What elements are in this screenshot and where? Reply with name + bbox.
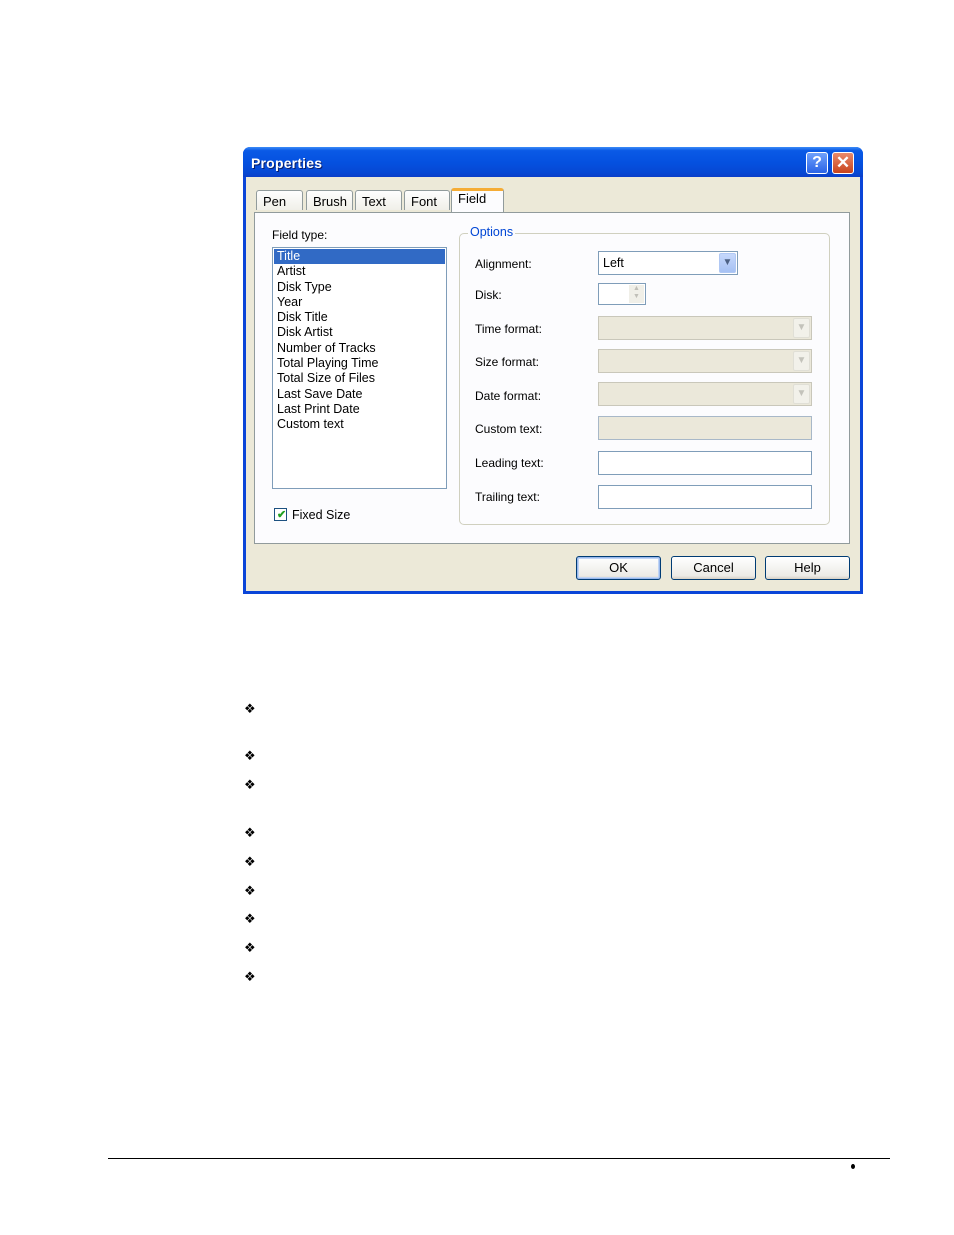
title-bar[interactable]: Properties ? ✕ <box>243 147 863 177</box>
disk-spinner[interactable]: ▲ ▼ <box>598 283 646 305</box>
tab-font[interactable]: Font <box>404 190 450 210</box>
bullet-icon: ❖ <box>244 911 256 926</box>
leading-text-label: Leading text: <box>475 456 544 470</box>
date-format-select[interactable]: ▼ <box>598 382 812 406</box>
fixed-size-label[interactable]: Fixed Size <box>292 508 350 522</box>
bullet-icon: ❖ <box>244 854 256 869</box>
alignment-label: Alignment: <box>475 257 532 271</box>
list-item[interactable]: Last Print Date <box>273 402 446 417</box>
list-item[interactable]: Year <box>273 295 446 310</box>
size-format-select[interactable]: ▼ <box>598 349 812 373</box>
time-format-select[interactable]: ▼ <box>598 316 812 340</box>
ok-button[interactable]: OK <box>576 556 661 580</box>
alignment-select[interactable]: Left ▼ <box>598 251 738 275</box>
close-icon: ✕ <box>835 153 851 172</box>
size-format-label: Size format: <box>475 355 540 369</box>
spin-down-icon[interactable]: ▼ <box>629 293 644 301</box>
footer-bullet <box>851 1164 855 1169</box>
list-item[interactable]: Total Playing Time <box>273 356 446 371</box>
custom-text-label: Custom text: <box>475 422 543 436</box>
list-item[interactable]: Disk Title <box>273 310 446 325</box>
bullet-icon: ❖ <box>244 940 256 955</box>
field-type-label: Field type: <box>272 228 328 242</box>
bullet-icon: ❖ <box>244 825 256 840</box>
list-item[interactable]: Number of Tracks <box>273 341 446 356</box>
question-icon: ? <box>812 154 822 171</box>
close-title-button[interactable]: ✕ <box>832 152 854 174</box>
chevron-down-icon: ▼ <box>793 318 810 338</box>
dialog-client: Pen Brush Text Font Field Field type: Ti… <box>246 177 860 591</box>
leading-text-input[interactable] <box>598 451 812 475</box>
tab-brush[interactable]: Brush <box>306 190 353 210</box>
list-item[interactable]: Last Save Date <box>273 387 446 402</box>
chevron-down-icon[interactable]: ▼ <box>719 253 736 273</box>
alignment-value: Left <box>603 256 624 270</box>
bullet-icon: ❖ <box>244 701 256 716</box>
help-button[interactable]: Help <box>765 556 850 580</box>
list-item[interactable]: Artist <box>273 264 446 279</box>
tab-pen[interactable]: Pen <box>256 190 303 210</box>
help-title-button[interactable]: ? <box>806 152 828 174</box>
options-group: Options Alignment: Left ▼ Disk: ▲ ▼ Time… <box>459 225 830 525</box>
tab-field[interactable]: Field <box>451 188 504 212</box>
spinner-arrows[interactable]: ▲ ▼ <box>629 285 644 303</box>
fixed-size-checkbox[interactable]: ✔ <box>274 508 287 521</box>
footer-divider <box>108 1158 890 1159</box>
chevron-down-icon: ▼ <box>793 384 810 404</box>
bullet-icon: ❖ <box>244 748 256 763</box>
list-item[interactable]: Total Size of Files <box>273 371 446 386</box>
properties-dialog: Properties ? ✕ Pen Brush Text Font Field… <box>243 147 863 594</box>
list-item[interactable]: Disk Artist <box>273 325 446 340</box>
dialog-title: Properties <box>251 155 323 171</box>
spin-up-icon[interactable]: ▲ <box>629 285 644 293</box>
field-type-listbox[interactable]: Title Artist Disk Type Year Disk Title D… <box>272 247 447 489</box>
field-tab-panel: Field type: Title Artist Disk Type Year … <box>254 212 850 544</box>
list-item[interactable]: Disk Type <box>273 280 446 295</box>
chevron-down-icon: ▼ <box>793 351 810 371</box>
bullet-icon: ❖ <box>244 969 256 984</box>
disk-label: Disk: <box>475 288 502 302</box>
checkmark-icon: ✔ <box>277 509 287 521</box>
trailing-text-input[interactable] <box>598 485 812 509</box>
bullet-icon: ❖ <box>244 883 256 898</box>
time-format-label: Time format: <box>475 322 542 336</box>
tab-text[interactable]: Text <box>355 190 402 210</box>
bullet-icon: ❖ <box>244 777 256 792</box>
list-item[interactable]: Title <box>274 249 445 265</box>
trailing-text-label: Trailing text: <box>475 490 540 504</box>
options-legend: Options <box>468 225 516 239</box>
cancel-button[interactable]: Cancel <box>671 556 756 580</box>
date-format-label: Date format: <box>475 389 542 403</box>
list-item[interactable]: Custom text <box>273 417 446 432</box>
custom-text-input[interactable] <box>598 416 812 440</box>
